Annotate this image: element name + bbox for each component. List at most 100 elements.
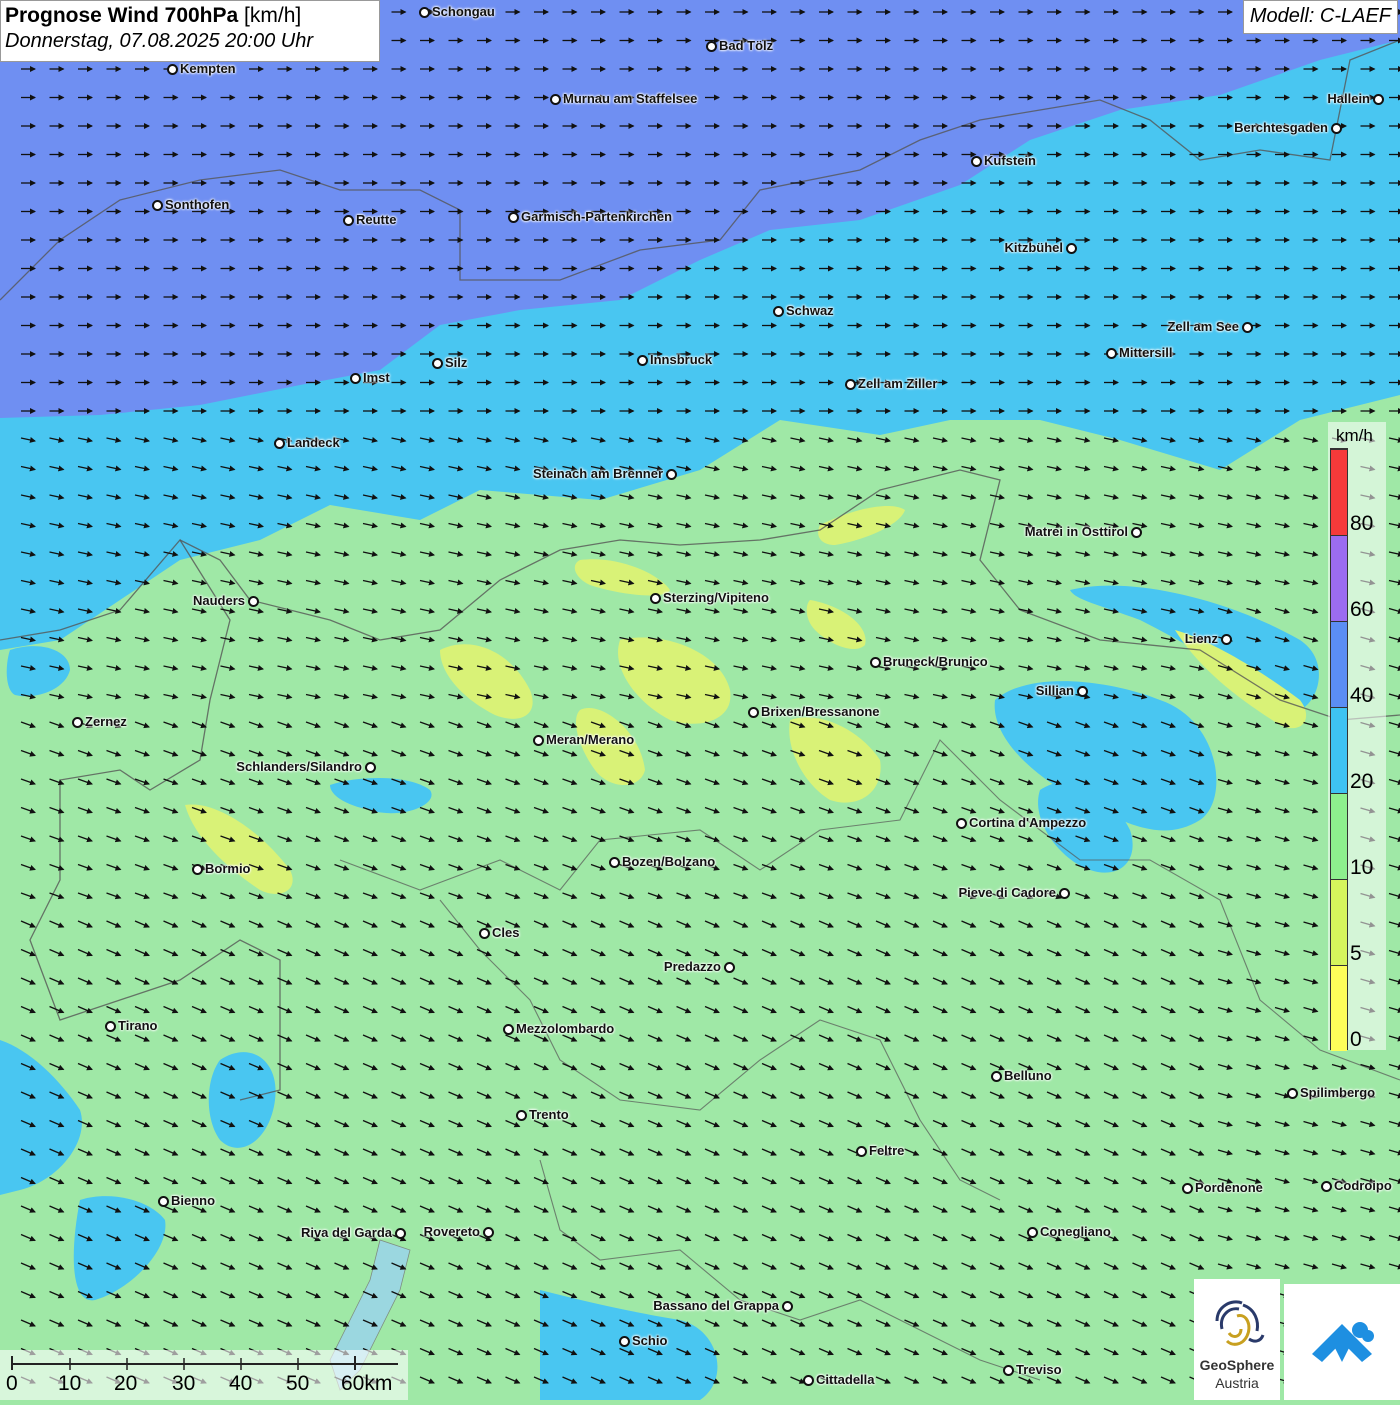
city-marker: [152, 200, 163, 211]
legend-band: [1331, 449, 1347, 535]
city-marker: [1106, 348, 1117, 359]
city-marker: [706, 41, 717, 52]
scale-label: 40: [229, 1372, 253, 1395]
city-marker: [1182, 1183, 1193, 1194]
city-label: Bad Tölz: [719, 38, 774, 53]
city-marker: [192, 864, 203, 875]
city-marker: [773, 306, 784, 317]
scale-bar: 0 10 20 30 40 50 60km: [0, 1350, 408, 1400]
city-label: Codroipo: [1334, 1178, 1392, 1193]
city-marker: [508, 212, 519, 223]
city-label: Imst: [363, 370, 390, 385]
city-label: Trento: [529, 1107, 569, 1122]
city-label: Murnau am Staffelsee: [563, 91, 698, 106]
city-marker: [533, 735, 544, 746]
city-marker: [1373, 94, 1384, 105]
city-label: Cles: [492, 925, 520, 940]
city-label: Pieve di Cadore: [958, 885, 1056, 900]
city-marker: [479, 928, 490, 939]
geosphere-text: GeoSphere: [1199, 1357, 1275, 1373]
city-marker: [956, 818, 967, 829]
city-label: Spilimbergo: [1300, 1085, 1376, 1100]
city-label: Berchtesgaden: [1234, 120, 1328, 135]
city-label: Cortina d'Ampezzo: [969, 815, 1087, 830]
city-marker: [1287, 1088, 1298, 1099]
scale-label: 0: [6, 1372, 18, 1395]
legend-band: [1331, 707, 1347, 793]
legend-tick-label: 0: [1350, 1028, 1362, 1051]
legend-unit: km/h: [1336, 426, 1373, 445]
weather-app-logo[interactable]: [1284, 1284, 1400, 1400]
scale-label: 30: [172, 1372, 196, 1395]
city-marker: [991, 1071, 1002, 1082]
city-marker: [650, 593, 661, 604]
city-marker: [503, 1024, 514, 1035]
city-label: Zell am See: [1167, 319, 1239, 334]
legend-tick-label: 5: [1350, 942, 1362, 965]
city-label: Bruneck/Brunico: [883, 654, 988, 669]
legend-tick-label: 10: [1350, 856, 1374, 879]
city-label: Schongau: [432, 4, 495, 19]
city-marker: [365, 762, 376, 773]
city-label: Innsbruck: [650, 352, 713, 367]
city-marker: [619, 1336, 630, 1347]
city-marker: [724, 962, 735, 973]
city-label: Kufstein: [984, 153, 1036, 168]
city-label: Meran/Merano: [546, 732, 635, 747]
city-label: Tirano: [118, 1018, 158, 1033]
city-label: Bassano del Grappa: [653, 1298, 779, 1313]
city-label: Schwaz: [786, 303, 834, 318]
city-marker: [845, 379, 856, 390]
city-label: Bormio: [205, 861, 251, 876]
city-label: Zell am Ziller: [858, 376, 938, 391]
city-marker: [516, 1110, 527, 1121]
scale-label: 20: [114, 1372, 138, 1395]
city-label: Lienz: [1184, 631, 1218, 646]
city-marker: [432, 358, 443, 369]
legend-band: [1331, 793, 1347, 879]
legend-band: [1331, 965, 1347, 1051]
austria-text: Austria: [1215, 1375, 1259, 1391]
city-label: Kitzbühel: [1004, 240, 1064, 255]
city-label: Kempten: [180, 61, 236, 76]
legend-tick-label: 20: [1350, 770, 1374, 793]
city-marker: [1027, 1227, 1038, 1238]
city-label: Belluno: [1004, 1068, 1052, 1083]
city-marker: [343, 215, 354, 226]
city-marker: [1077, 686, 1088, 697]
city-marker: [72, 717, 83, 728]
city-marker: [1331, 123, 1342, 134]
city-marker: [803, 1375, 814, 1386]
legend-band: [1331, 621, 1347, 707]
city-label: Matrei in Osttirol: [1024, 524, 1128, 539]
city-label: Mezzolombardo: [516, 1021, 615, 1036]
city-marker: [350, 373, 361, 384]
city-marker: [419, 7, 430, 18]
city-marker: [483, 1227, 494, 1238]
city-marker: [782, 1301, 793, 1312]
geosphere-logo[interactable]: GeoSphere Austria: [1194, 1279, 1280, 1400]
city-marker: [105, 1021, 116, 1032]
city-label: Steinach am Brenner: [532, 466, 663, 481]
city-label: Conegliano: [1040, 1224, 1111, 1239]
city-marker: [248, 596, 259, 607]
legend-colorbar: [1330, 448, 1348, 1051]
city-label: Reutte: [356, 212, 397, 227]
city-label: Pordenone: [1195, 1180, 1263, 1195]
scale-label: 50: [286, 1372, 310, 1395]
city-label: Rovereto: [423, 1224, 480, 1239]
city-marker: [637, 355, 648, 366]
city-label: Predazzo: [663, 959, 721, 974]
geosphere-fingerprint-icon: [1215, 1300, 1265, 1346]
city-marker: [1059, 888, 1070, 899]
city-marker: [1066, 243, 1077, 254]
city-label: Riva del Garda: [300, 1225, 392, 1240]
city-label: Nauders: [192, 593, 245, 608]
legend-band: [1331, 535, 1347, 621]
city-label: Brixen/Bressanone: [761, 704, 880, 719]
city-label: Bienno: [171, 1193, 216, 1208]
city-marker: [748, 707, 759, 718]
legend-tick-label: 60: [1350, 598, 1374, 621]
city-label: Garmisch-Partenkirchen: [521, 209, 673, 224]
city-marker: [666, 469, 677, 480]
